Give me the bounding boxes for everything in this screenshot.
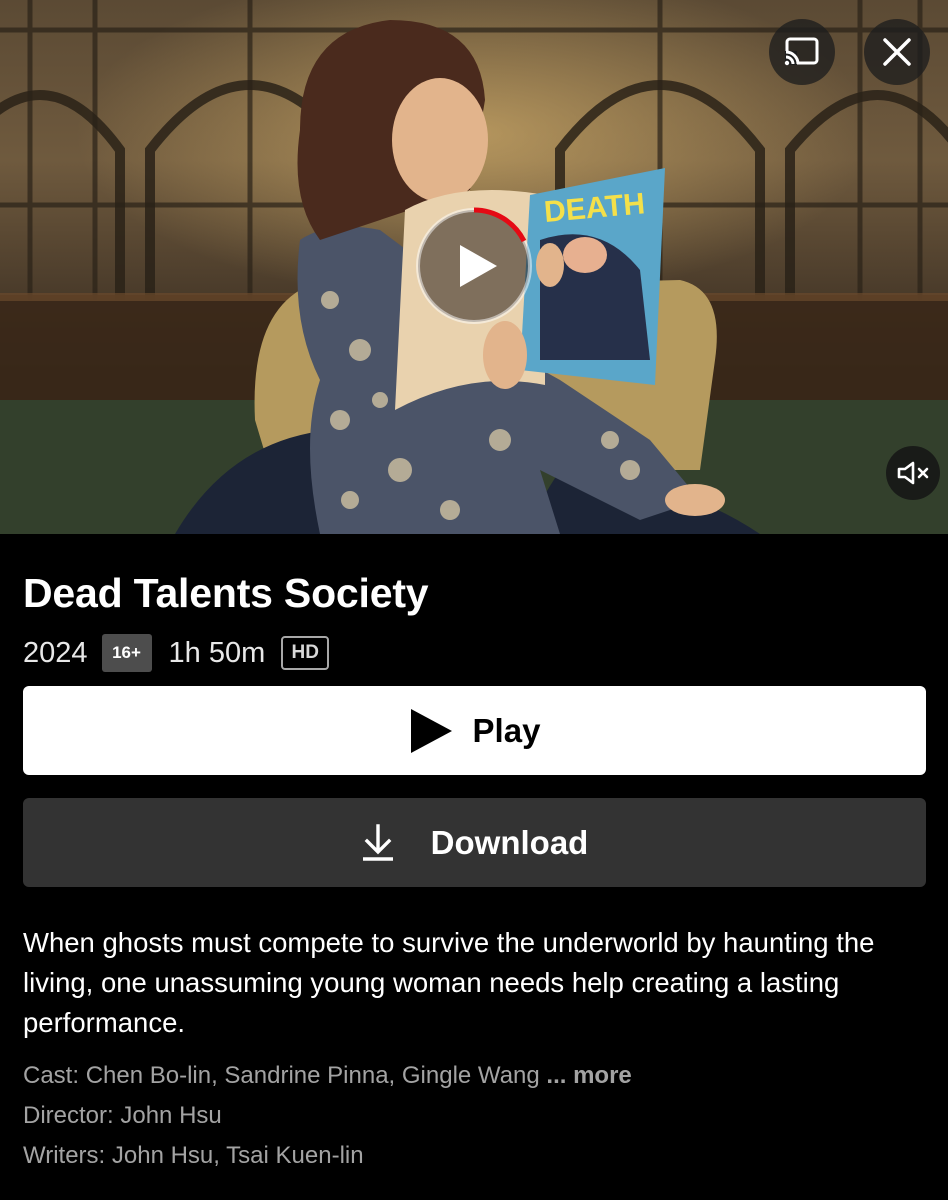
writers-names: John Hsu, Tsai Kuen-lin — [111, 1142, 364, 1169]
synopsis: When ghosts must compete to survive the … — [23, 927, 875, 1038]
release-year: 2024 — [23, 636, 88, 669]
cast-line: Cast: Chen Bo-lin, Sandrine Pinna, Gingl… — [23, 1062, 632, 1090]
volume-muted-icon — [897, 461, 929, 485]
play-button-label: Play — [472, 711, 541, 749]
play-icon — [410, 708, 452, 753]
download-icon — [362, 823, 393, 861]
cast-ellipsis: ... — [546, 1062, 567, 1089]
close-button[interactable] — [864, 19, 930, 85]
mute-button[interactable] — [886, 446, 940, 500]
hero-preview[interactable]: DEATH — [0, 0, 948, 534]
runtime: 1h 50m — [168, 636, 266, 669]
writers-label: Writers: — [23, 1142, 106, 1169]
close-icon — [883, 38, 911, 66]
page-title: Dead Talents Society — [23, 570, 429, 616]
more-link[interactable]: more — [573, 1062, 632, 1089]
writers-line: Writers: John Hsu, Tsai Kuen-lin — [23, 1142, 364, 1170]
metadata-row: 2024 16+ 1h 50m HD — [23, 634, 330, 672]
play-button[interactable]: Play — [23, 686, 926, 775]
hd-badge: HD — [281, 636, 330, 670]
director-line: Director: John Hsu — [23, 1102, 222, 1130]
director-label: Director: — [23, 1102, 114, 1129]
cast-icon — [784, 37, 819, 66]
cast-button[interactable] — [769, 19, 835, 85]
download-button[interactable]: Download — [23, 798, 926, 887]
cast-label: Cast: — [23, 1062, 80, 1089]
preview-play-button[interactable] — [415, 207, 533, 325]
director-name: John Hsu — [120, 1102, 222, 1129]
cast-names: Chen Bo-lin, Sandrine Pinna, Gingle Wang — [85, 1062, 540, 1089]
maturity-rating-badge: 16+ — [101, 634, 152, 672]
download-button-label: Download — [430, 823, 589, 861]
